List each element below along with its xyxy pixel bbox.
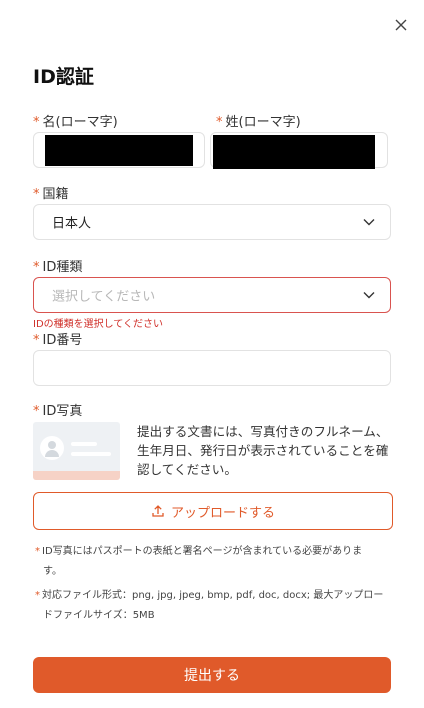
id-type-placeholder: 選択してください xyxy=(52,289,156,305)
first-name-input[interactable] xyxy=(33,132,205,168)
upload-button[interactable]: アップロードする xyxy=(33,492,393,530)
last-name-input[interactable] xyxy=(210,132,388,169)
id-type-select[interactable]: 選択してください xyxy=(33,277,391,313)
id-photo-label: * ID写真 xyxy=(33,404,83,419)
required-mark: * xyxy=(33,115,40,130)
nationality-value: 日本人 xyxy=(52,216,92,232)
avatar-icon xyxy=(40,436,64,460)
redacted-value xyxy=(45,135,193,166)
first-name-label: * 名(ローマ字) xyxy=(33,115,118,130)
id-number-input[interactable] xyxy=(33,350,391,386)
id-card-sample-image xyxy=(33,422,120,480)
close-button[interactable] xyxy=(392,16,410,34)
nationality-label: * 国籍 xyxy=(33,187,69,202)
id-number-label: * ID番号 xyxy=(33,333,83,348)
id-type-error: IDの種類を選択してください xyxy=(33,319,164,330)
chevron-down-icon xyxy=(363,219,375,226)
submit-button[interactable]: 提出する xyxy=(33,657,391,693)
note-passport: * ID写真にはパスポートの表紙と署名ページが含まれている必要がありま す。 xyxy=(35,546,363,577)
close-icon xyxy=(395,19,407,31)
id-photo-description: 提出する文書には、写真付きのフルネーム、生年月日、発行日が表示されていることを確… xyxy=(137,424,389,477)
chevron-down-icon xyxy=(363,292,375,299)
id-type-label: * ID種類 xyxy=(33,260,83,275)
redacted-value xyxy=(213,135,375,169)
dialog-title: ID認証 xyxy=(33,66,94,88)
last-name-label: * 姓(ローマ字) xyxy=(216,115,301,130)
nationality-select[interactable]: 日本人 xyxy=(33,204,391,240)
upload-icon xyxy=(152,505,164,517)
note-file-format: * 対応ファイル形式：png, jpg, jpeg, bmp, pdf, doc,… xyxy=(35,590,384,621)
upload-label: アップロードする xyxy=(170,505,275,521)
